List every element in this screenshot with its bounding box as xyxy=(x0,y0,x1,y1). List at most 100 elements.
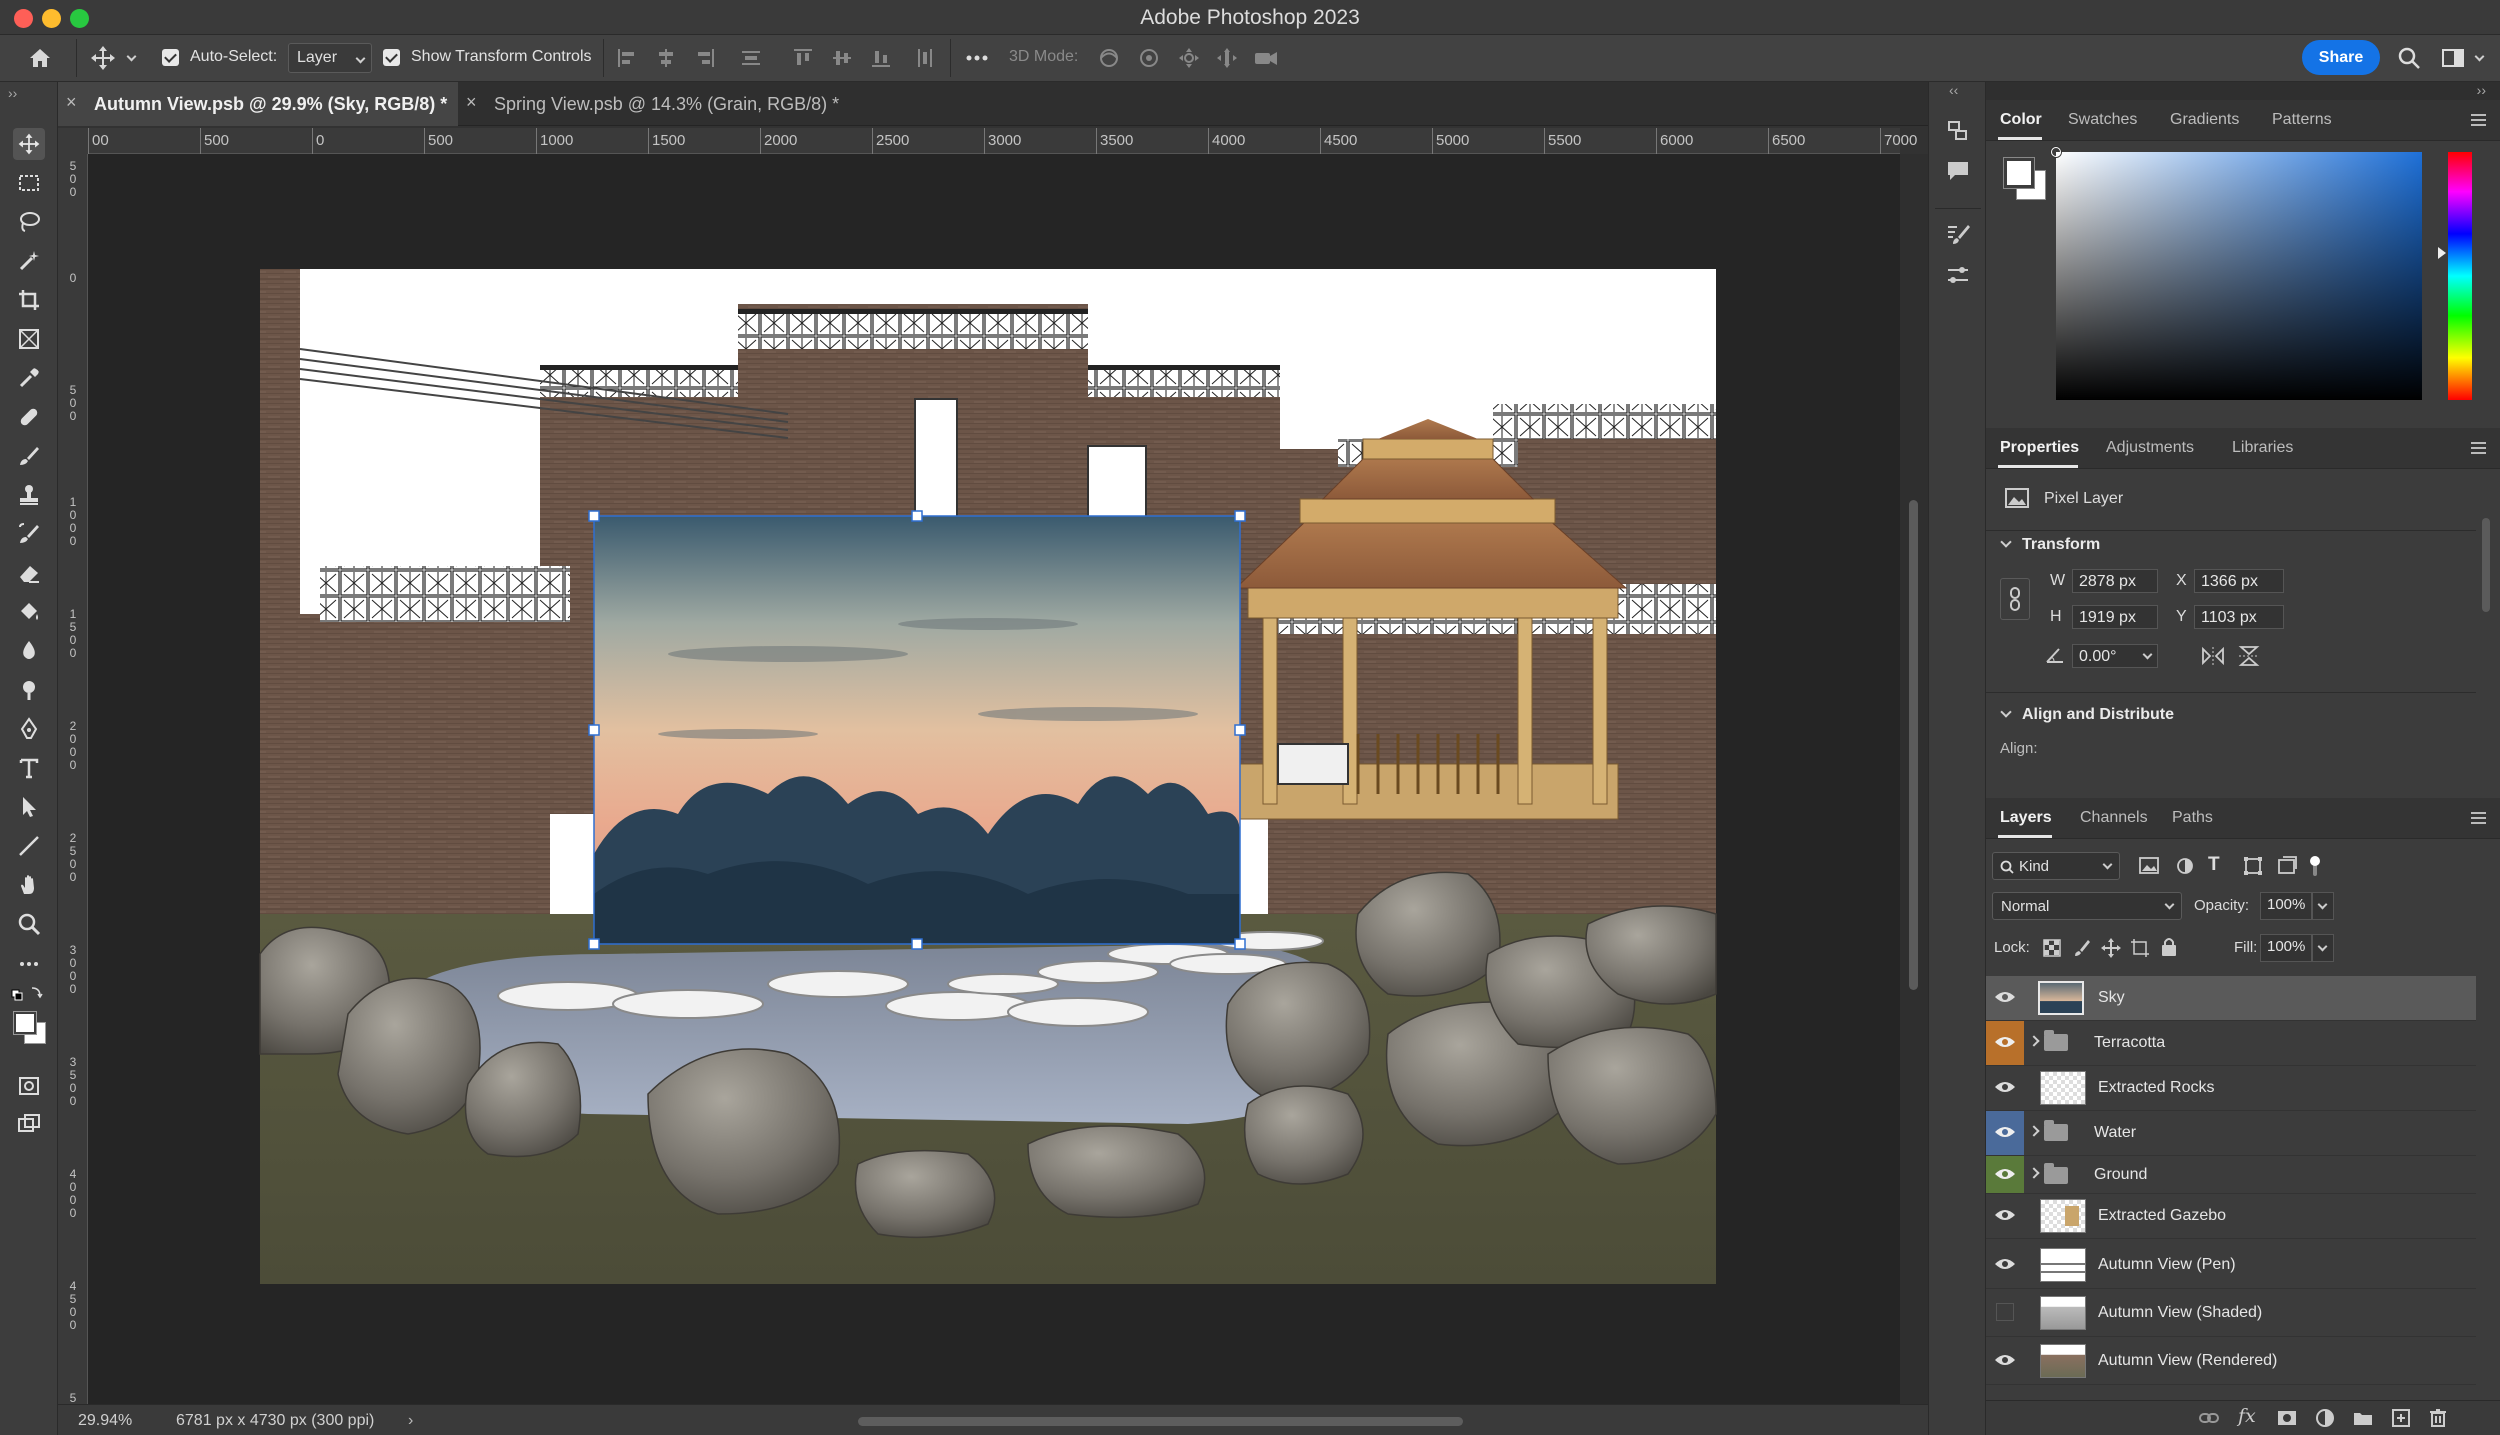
lock-transparent-icon[interactable] xyxy=(2042,938,2062,958)
transform-section-title[interactable]: Transform xyxy=(2022,536,2100,554)
filter-shape-icon[interactable] xyxy=(2242,856,2264,876)
filter-adjustment-icon[interactable] xyxy=(2174,856,2196,876)
tab-color[interactable]: Color xyxy=(2000,111,2042,129)
tab-gradients[interactable]: Gradients xyxy=(2170,111,2239,129)
new-layer-icon[interactable] xyxy=(2390,1408,2412,1428)
frame-tool-icon[interactable] xyxy=(13,323,45,355)
blend-mode-dropdown[interactable]: Normal xyxy=(1992,892,2182,920)
height-field[interactable]: 1919 px xyxy=(2072,605,2158,629)
y-position-field[interactable]: 1103 px xyxy=(2194,605,2284,629)
zoom-level[interactable]: 29.94% xyxy=(78,1412,132,1430)
visibility-eye-icon[interactable] xyxy=(1992,1202,2018,1228)
screen-mode-icon[interactable] xyxy=(13,1108,45,1140)
history-brush-tool-icon[interactable] xyxy=(13,518,45,550)
align-horizontal-centers-icon[interactable] xyxy=(655,47,677,69)
eraser-tool-icon[interactable] xyxy=(13,557,45,589)
new-adjustment-layer-icon[interactable] xyxy=(2314,1408,2336,1428)
tab-libraries[interactable]: Libraries xyxy=(2232,439,2293,457)
visibility-eye-icon[interactable] xyxy=(1992,1251,2018,1277)
align-top-edges-icon[interactable] xyxy=(792,47,814,69)
layer-row-terracotta[interactable]: Terracotta xyxy=(1986,1021,2476,1066)
chevron-down-icon[interactable] xyxy=(126,51,137,62)
layer-row-extracted-rocks[interactable]: Extracted Rocks xyxy=(1986,1066,2476,1111)
width-field[interactable]: 2878 px xyxy=(2072,569,2158,593)
panel-menu-icon[interactable] xyxy=(2471,812,2486,824)
paint-bucket-tool-icon[interactable] xyxy=(13,596,45,628)
layer-name[interactable]: Sky xyxy=(2098,989,2125,1007)
add-mask-icon[interactable] xyxy=(2276,1409,2298,1427)
distribute-vertical-icon[interactable] xyxy=(740,47,762,69)
layer-row-autumn-view-shaded[interactable]: Autumn View (Shaded) xyxy=(1986,1289,2476,1337)
fill-field[interactable]: 100% xyxy=(2260,934,2312,962)
layer-name[interactable]: Extracted Gazebo xyxy=(2098,1207,2226,1225)
3d-roll-icon[interactable] xyxy=(1136,45,1162,71)
tab-layers[interactable]: Layers xyxy=(2000,809,2052,827)
search-icon[interactable] xyxy=(2396,45,2422,71)
layer-name[interactable]: Terracotta xyxy=(2094,1034,2165,1052)
3d-pan-icon[interactable] xyxy=(1176,45,1202,71)
document-canvas[interactable] xyxy=(88,154,1900,1404)
layer-name[interactable]: Extracted Rocks xyxy=(2098,1079,2214,1097)
magic-wand-tool-icon[interactable] xyxy=(13,245,45,277)
visibility-toggle-empty[interactable] xyxy=(1992,1299,2018,1325)
lock-pixels-icon[interactable] xyxy=(2072,938,2092,958)
collapse-toolbar-icon[interactable]: ›› xyxy=(8,85,17,101)
brush-tool-icon[interactable] xyxy=(13,440,45,472)
ruler-origin[interactable] xyxy=(58,128,88,154)
filter-pixel-icon[interactable] xyxy=(2138,856,2160,876)
fill-slider-toggle[interactable] xyxy=(2312,934,2334,962)
distribute-horizontal-icon[interactable] xyxy=(914,47,936,69)
panel-foreground-swatch[interactable] xyxy=(2003,157,2035,189)
panel-menu-icon[interactable] xyxy=(2471,114,2486,126)
link-dimensions-icon[interactable] xyxy=(2000,578,2030,620)
opacity-slider-toggle[interactable] xyxy=(2312,892,2334,920)
auto-select-checkbox[interactable] xyxy=(162,49,179,66)
3d-camera-icon[interactable] xyxy=(1252,45,1280,71)
canvas-workspace[interactable] xyxy=(88,154,1900,1404)
link-layers-icon[interactable] xyxy=(2198,1409,2220,1427)
blur-tool-icon[interactable] xyxy=(13,635,45,667)
type-tool-icon[interactable] xyxy=(13,752,45,784)
align-distribute-title[interactable]: Align and Distribute xyxy=(2022,706,2174,724)
align-right-edges-icon[interactable] xyxy=(694,47,716,69)
visibility-eye-icon[interactable] xyxy=(1992,1074,2018,1100)
lock-all-icon[interactable] xyxy=(2160,937,2178,957)
hand-tool-icon[interactable] xyxy=(13,869,45,901)
visibility-eye-icon[interactable] xyxy=(1992,984,2018,1010)
visibility-eye-icon[interactable] xyxy=(1992,1119,2018,1145)
history-panel-icon[interactable] xyxy=(1945,118,1971,144)
status-menu-chevron-icon[interactable]: › xyxy=(408,1412,413,1430)
layer-name[interactable]: Autumn View (Rendered) xyxy=(2098,1352,2277,1370)
color-swatches[interactable] xyxy=(13,1011,50,1048)
share-button[interactable]: Share xyxy=(2302,40,2380,75)
layer-row-ground[interactable]: Ground xyxy=(1986,1156,2476,1194)
properties-scrollbar[interactable] xyxy=(2482,518,2490,612)
layer-name[interactable]: Ground xyxy=(2094,1166,2147,1184)
close-tab-icon[interactable]: × xyxy=(66,92,77,113)
visibility-eye-icon[interactable] xyxy=(1992,1161,2018,1187)
vertical-scrollbar[interactable] xyxy=(1900,154,1928,1404)
fx-icon[interactable]: fx xyxy=(2238,1405,2256,1427)
layer-row-sky[interactable]: Sky xyxy=(1986,976,2476,1021)
tab-spring-view[interactable]: × Spring View.psb @ 14.3% (Grain, RGB/8)… xyxy=(458,82,878,126)
layer-name[interactable]: Autumn View (Shaded) xyxy=(2098,1304,2262,1322)
auto-select-dropdown[interactable]: Layer xyxy=(288,43,372,73)
filter-smart-object-icon[interactable] xyxy=(2276,856,2298,876)
color-picker-field[interactable] xyxy=(2051,147,2422,400)
align-bottom-edges-icon[interactable] xyxy=(870,47,892,69)
tab-properties[interactable]: Properties xyxy=(2000,439,2079,457)
layer-row-autumn-view-rendered[interactable]: Autumn View (Rendered) xyxy=(1986,1337,2476,1385)
tab-channels[interactable]: Channels xyxy=(2080,809,2148,827)
lock-position-icon[interactable] xyxy=(2100,937,2122,959)
align-vertical-centers-icon[interactable] xyxy=(831,47,853,69)
eyedropper-tool-icon[interactable] xyxy=(13,362,45,394)
line-tool-icon[interactable] xyxy=(13,830,45,862)
hue-slider-handle[interactable] xyxy=(2438,247,2446,259)
tab-autumn-view[interactable]: × Autumn View.psb @ 29.9% (Sky, RGB/8) * xyxy=(58,82,458,126)
layer-filter-dropdown[interactable]: Kind xyxy=(1992,852,2120,880)
quick-mask-icon[interactable] xyxy=(13,1070,45,1102)
workspace-icon[interactable] xyxy=(2440,45,2466,71)
layer-row-extracted-gazebo[interactable]: Extracted Gazebo xyxy=(1986,1194,2476,1239)
3d-orbit-icon[interactable] xyxy=(1096,45,1122,71)
home-icon[interactable] xyxy=(26,44,54,72)
